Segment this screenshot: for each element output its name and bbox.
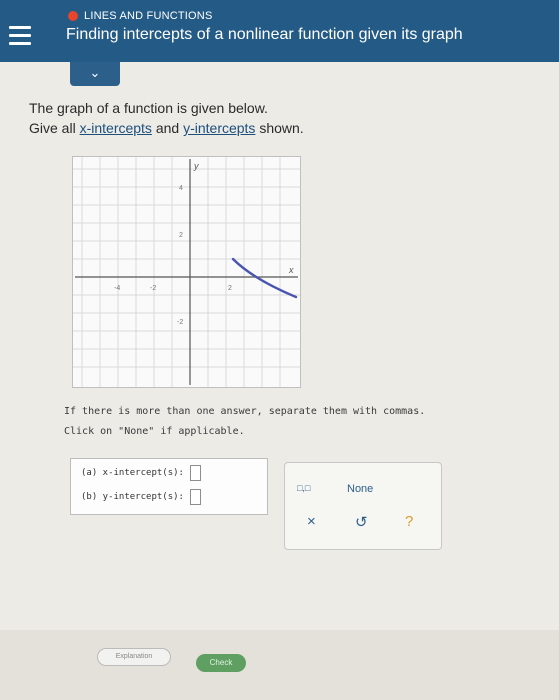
y-axis-label: y (193, 161, 199, 171)
prompt-line-2: Give all x-intercepts and y-intercepts s… (29, 118, 304, 138)
topic-status-dot-icon (68, 11, 78, 21)
page-title: Finding intercepts of a nonlinear functi… (66, 26, 463, 43)
answer-tools-panel: □,□ None × ↺ ? (284, 462, 442, 550)
x-intercepts-label: (a) x-intercept(s): (81, 468, 184, 478)
topic-text: LINES AND FUNCTIONS (84, 10, 213, 22)
clear-icon[interactable]: × (307, 513, 316, 530)
x-axis-label: x (288, 265, 294, 275)
graph-canvas: x y -4 -2 2 4 2 -2 (73, 157, 300, 387)
x-intercepts-input[interactable] (189, 465, 201, 481)
prompt-mid: and (151, 120, 184, 136)
check-button[interactable]: Check (196, 654, 246, 672)
undo-icon[interactable]: ↺ (355, 513, 368, 531)
explanation-button[interactable]: Explanation (97, 648, 171, 666)
help-icon[interactable]: ? (405, 513, 413, 530)
prompt-suffix: shown. (255, 120, 304, 136)
prompt-line-1: The graph of a function is given below. (29, 100, 268, 116)
y-intercepts-link[interactable]: y-intercepts (183, 120, 255, 136)
header-bar: LINES AND FUNCTIONS Finding intercepts o… (0, 0, 559, 62)
footer-bar (0, 630, 559, 700)
answer-row-x: (a) x-intercept(s): (81, 465, 201, 481)
x-intercepts-link[interactable]: x-intercepts (80, 120, 152, 136)
instruction-line-2: Click on "None" if applicable. (64, 426, 245, 437)
question-prompt: The graph of a function is given below. … (29, 98, 304, 138)
y-intercepts-label: (b) y-intercept(s): (81, 492, 184, 502)
y-tick-2: 2 (179, 232, 183, 239)
x-tick-2: 2 (228, 285, 232, 292)
prompt-prefix: Give all (29, 120, 80, 136)
topic-label: LINES AND FUNCTIONS (68, 10, 213, 22)
x-tick-neg4: -4 (114, 285, 120, 292)
answer-box: (a) x-intercept(s): (b) y-intercept(s): (70, 458, 268, 515)
y-tick-4: 4 (179, 185, 183, 192)
list-template-icon[interactable]: □,□ (297, 483, 310, 493)
function-graph: x y -4 -2 2 4 2 -2 (72, 156, 301, 388)
collapse-chevron-down-icon[interactable]: ⌄ (70, 62, 120, 86)
y-intercepts-input[interactable] (189, 489, 201, 505)
y-tick-neg2: -2 (177, 319, 183, 326)
answer-row-y: (b) y-intercept(s): (81, 489, 201, 505)
instruction-line-1: If there is more than one answer, separa… (64, 406, 426, 417)
x-tick-neg2: -2 (150, 285, 156, 292)
hamburger-menu-icon[interactable] (9, 26, 31, 50)
function-curve (231, 257, 298, 299)
instructions: If there is more than one answer, separa… (64, 404, 425, 440)
none-button[interactable]: None (347, 483, 373, 495)
